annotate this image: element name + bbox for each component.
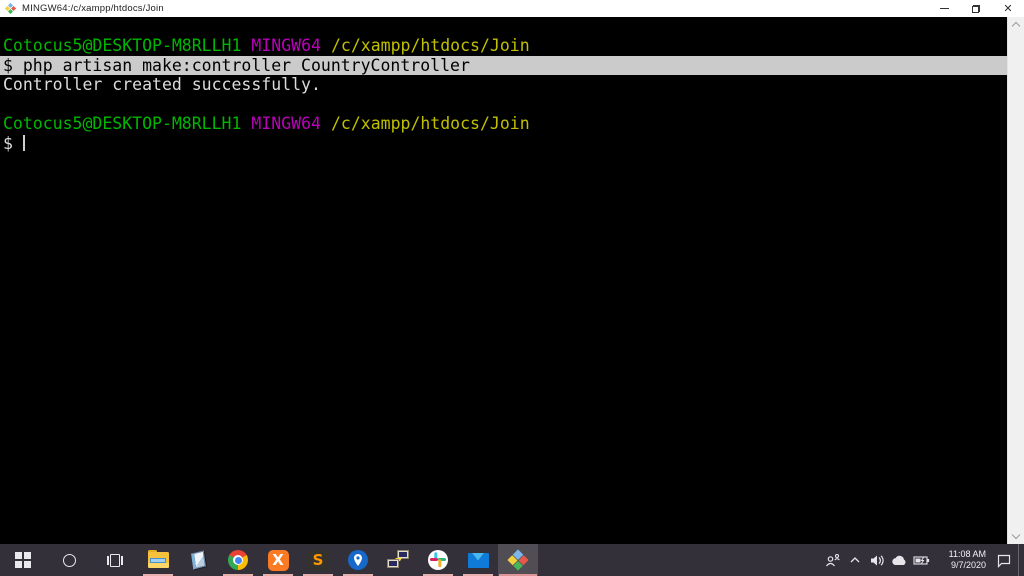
minimize-button[interactable] <box>928 0 960 17</box>
notepad-icon <box>191 550 206 569</box>
people-tray-button[interactable] <box>822 544 844 576</box>
clock-date: 9/7/2020 <box>951 560 986 571</box>
window-titlebar[interactable]: MINGW64:/c/xampp/htdocs/Join ✕ <box>0 0 1024 17</box>
command-output-line: Controller created successfully. <box>0 75 1007 95</box>
restore-button[interactable] <box>960 0 992 17</box>
selected-command-line[interactable]: $ php artisan make:controller CountryCon… <box>0 56 1007 76</box>
cloud-icon <box>891 555 907 566</box>
taskbar-slack[interactable] <box>418 544 458 576</box>
blank-line <box>0 95 1007 115</box>
taskbar-git-bash[interactable] <box>498 544 538 576</box>
onedrive-button[interactable] <box>888 544 910 576</box>
scroll-up-icon[interactable] <box>1012 22 1020 30</box>
chevron-up-icon <box>849 556 861 564</box>
cortana-icon <box>63 554 76 567</box>
action-center-button[interactable] <box>990 544 1018 576</box>
close-button[interactable]: ✕ <box>992 0 1024 17</box>
window-title: MINGW64:/c/xampp/htdocs/Join <box>22 3 164 14</box>
prompt-env: MINGW64 <box>251 36 321 55</box>
prompt-env: MINGW64 <box>251 114 321 133</box>
sublime-text-icon: S <box>308 550 329 571</box>
power-battery-button[interactable] <box>910 544 932 576</box>
taskbar-clock[interactable]: 11:08 AM 9/7/2020 <box>932 544 990 576</box>
prompt-line-2: Cotocus5@DESKTOP-M8RLLH1 MINGW64/c/xampp/… <box>0 114 1007 134</box>
scroll-down-icon[interactable] <box>1012 531 1020 539</box>
start-button[interactable] <box>0 544 46 576</box>
prompt-user: Cotocus5@DESKTOP-M8RLLH1 <box>3 114 241 133</box>
terminal-screen[interactable]: Cotocus5@DESKTOP-M8RLLH1 MINGW64/c/xampp/… <box>0 17 1007 544</box>
task-view-button[interactable] <box>92 544 138 576</box>
taskbar-sublime-text[interactable]: S <box>298 544 338 576</box>
taskbar-notepad[interactable] <box>178 544 218 576</box>
chrome-icon <box>228 550 248 570</box>
file-explorer-icon <box>148 552 169 568</box>
input-line[interactable]: $ <box>0 134 1007 154</box>
volume-button[interactable] <box>866 544 888 576</box>
restore-icon <box>972 5 980 13</box>
git-bash-icon <box>507 549 529 571</box>
prompt-path: /c/xampp/htdocs/Join <box>331 114 530 133</box>
taskbar-chrome[interactable] <box>218 544 258 576</box>
show-desktop-button[interactable] <box>1018 544 1024 576</box>
cortana-button[interactable] <box>46 544 92 576</box>
hidden-icons-button[interactable] <box>844 544 866 576</box>
taskbar-maps[interactable] <box>338 544 378 576</box>
prompt-line-1: Cotocus5@DESKTOP-M8RLLH1 MINGW64/c/xampp/… <box>0 36 1007 56</box>
prompt-user: Cotocus5@DESKTOP-M8RLLH1 <box>3 36 241 55</box>
network-computers-icon <box>387 550 409 570</box>
task-view-icon <box>107 554 123 567</box>
battery-charging-icon <box>913 555 930 566</box>
windows-logo-icon <box>15 552 31 568</box>
slack-icon <box>428 550 448 570</box>
minimize-icon <box>940 8 949 9</box>
prompt-symbol: $ <box>3 134 13 153</box>
taskbar-file-explorer[interactable] <box>138 544 178 576</box>
taskbar: X S <box>0 544 1024 576</box>
mail-icon <box>468 553 489 568</box>
text-cursor <box>23 135 25 151</box>
system-tray: 11:08 AM 9/7/2020 <box>822 544 1024 576</box>
git-bash-window-icon <box>5 3 16 14</box>
prompt-path: /c/xampp/htdocs/Join <box>331 36 530 55</box>
close-icon: ✕ <box>1003 3 1012 14</box>
xampp-icon: X <box>268 550 289 571</box>
clock-time: 11:08 AM <box>949 549 986 560</box>
terminal-scrollbar[interactable] <box>1007 17 1024 544</box>
action-center-icon <box>996 553 1012 568</box>
taskbar-mail[interactable] <box>458 544 498 576</box>
taskbar-xampp[interactable]: X <box>258 544 298 576</box>
speaker-icon <box>870 554 885 567</box>
taskbar-network-computers[interactable] <box>378 544 418 576</box>
map-pin-icon <box>348 550 368 570</box>
people-icon <box>825 553 841 567</box>
